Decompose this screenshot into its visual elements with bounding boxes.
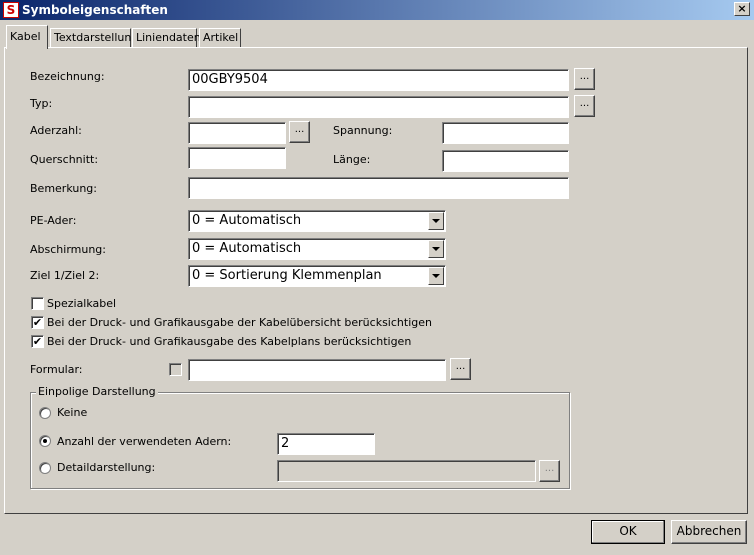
detaildarstellung-radio[interactable] <box>39 462 51 474</box>
tab-liniendaten[interactable]: Liniendaten <box>132 28 201 48</box>
aderzahl-browse-button[interactable]: ... <box>289 121 310 143</box>
abschirmung-select[interactable]: 0 = Automatisch <box>188 238 446 260</box>
laenge-label: Länge: <box>333 153 371 166</box>
kabelplan-label: Bei der Druck- und Grafikausgabe des Kab… <box>47 335 412 348</box>
aderzahl-field[interactable] <box>188 122 286 144</box>
detaildarstellung-field[interactable] <box>277 460 536 482</box>
detaildarstellung-browse-button[interactable]: ... <box>539 460 560 482</box>
bemerkung-label: Bemerkung: <box>30 182 97 195</box>
bezeichnung-field[interactable]: 00GBY9504 <box>188 69 569 91</box>
tab-textdarstellung[interactable]: Textdarstellung <box>50 28 138 48</box>
formular-field[interactable] <box>188 359 446 381</box>
kabelplan-checkbox[interactable]: ✔ <box>31 335 44 348</box>
spannung-field[interactable] <box>442 122 569 144</box>
typ-browse-button[interactable]: ... <box>574 95 595 117</box>
bezeichnung-browse-button[interactable]: ... <box>574 68 595 90</box>
chevron-down-icon[interactable] <box>428 267 444 285</box>
kabeluebersicht-checkbox[interactable]: ✔ <box>31 316 44 329</box>
detaildarstellung-label: Detaildarstellung: <box>57 461 156 474</box>
tab-artikel[interactable]: Artikel <box>199 28 241 48</box>
tab-kabel[interactable]: Kabel <box>6 25 48 49</box>
window-title: Symboleigenschaften <box>22 3 168 17</box>
chevron-down-icon[interactable] <box>428 212 444 230</box>
keine-radio[interactable] <box>39 407 51 419</box>
spannung-label: Spannung: <box>333 124 393 137</box>
ziel-select[interactable]: 0 = Sortierung Klemmenplan <box>188 265 446 287</box>
pe-ader-select[interactable]: 0 = Automatisch <box>188 210 446 232</box>
anzahl-adern-field[interactable]: 2 <box>277 433 375 455</box>
formular-label: Formular: <box>30 363 83 376</box>
ziel-label: Ziel 1/Ziel 2: <box>30 269 100 282</box>
aderzahl-label: Aderzahl: <box>30 124 82 137</box>
laenge-field[interactable] <box>442 150 569 172</box>
anzahl-adern-label: Anzahl der verwendeten Adern: <box>57 435 232 448</box>
bemerkung-field[interactable] <box>188 177 569 199</box>
formular-browse-button[interactable]: ... <box>450 358 471 380</box>
querschnitt-label: Querschnitt: <box>30 153 99 166</box>
kabeluebersicht-label: Bei der Druck- und Grafikausgabe der Kab… <box>47 316 432 329</box>
anzahl-adern-radio[interactable] <box>39 435 51 447</box>
spezialkabel-label: Spezialkabel <box>47 297 117 310</box>
app-icon: S <box>3 2 19 18</box>
formular-checkbox[interactable] <box>169 363 182 376</box>
bezeichnung-label: Bezeichnung: <box>30 70 105 83</box>
typ-label: Typ: <box>30 97 53 110</box>
cancel-button[interactable]: Abbrechen <box>671 520 747 544</box>
chevron-down-icon[interactable] <box>428 240 444 258</box>
close-button[interactable]: × <box>734 2 750 16</box>
keine-label: Keine <box>57 406 88 419</box>
einpolige-darstellung-legend: Einpolige Darstellung <box>36 385 158 399</box>
abschirmung-label: Abschirmung: <box>30 243 106 256</box>
ok-button[interactable]: OK <box>591 520 665 544</box>
typ-field[interactable] <box>188 96 569 118</box>
querschnitt-field[interactable] <box>188 147 286 169</box>
spezialkabel-checkbox[interactable] <box>31 297 44 310</box>
pe-ader-label: PE-Ader: <box>30 214 77 227</box>
